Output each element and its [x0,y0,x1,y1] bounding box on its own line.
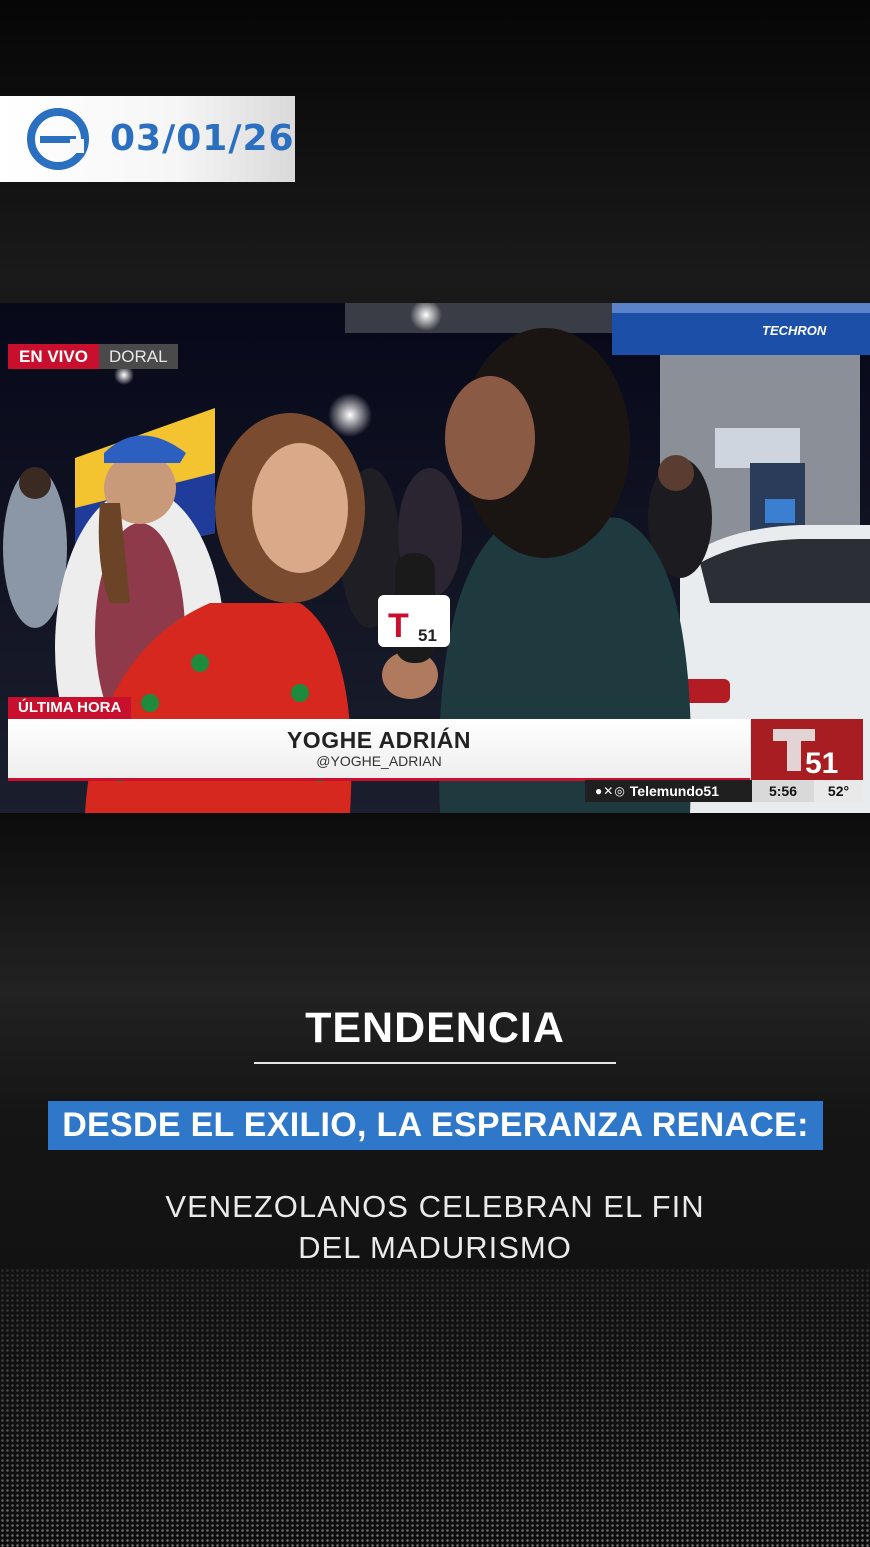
dot-texture [0,1268,870,1547]
temperature: 52° [814,780,863,802]
subheadline: VENEZOLANOS CELEBRAN EL FIN DEL MADURISM… [120,1186,750,1268]
e-logo-icon [27,108,89,170]
reporter-name: YOGHE ADRIÁN [286,727,472,753]
live-label: EN VIVO [8,344,99,369]
lower-third-banner: YOGHE ADRIÁN @YOGHE_ADRIAN [8,719,750,781]
svg-text:51: 51 [418,626,437,645]
clock: 5:56 [752,780,814,802]
svg-text:TECHRON: TECHRON [762,323,827,338]
social-icons: ●✕◎ [585,784,626,798]
live-tag: EN VIVO DORAL [8,344,178,369]
section-title: TENDENCIA [305,1004,565,1052]
headline: DESDE EL EXILIO, LA ESPERANZA RENACE: [48,1101,823,1150]
date-badge: 03/01/26 [0,96,295,182]
facebook-icon: ● [595,784,604,798]
location-label: DORAL [98,344,178,369]
subheadline-line: DEL MADURISMO [298,1230,572,1265]
section-divider [254,1062,616,1064]
reporter-handle: @YOGHE_ADRIAN [316,753,442,769]
instagram-icon: ◎ [614,784,626,798]
social-bar: ●✕◎ Telemundo51 5:56 52° [585,780,863,802]
breaking-news-label: ÚLTIMA HORA [8,697,132,719]
svg-text:T: T [388,607,409,645]
social-handle: Telemundo51 [629,783,719,799]
x-icon: ✕ [603,784,615,798]
subheadline-line: VENEZOLANOS CELEBRAN EL FIN [165,1189,705,1224]
date-label: 03/01/26 [110,118,295,159]
telemundo-51-logo: 51 [751,719,863,781]
channel-number: 51 [805,747,838,780]
